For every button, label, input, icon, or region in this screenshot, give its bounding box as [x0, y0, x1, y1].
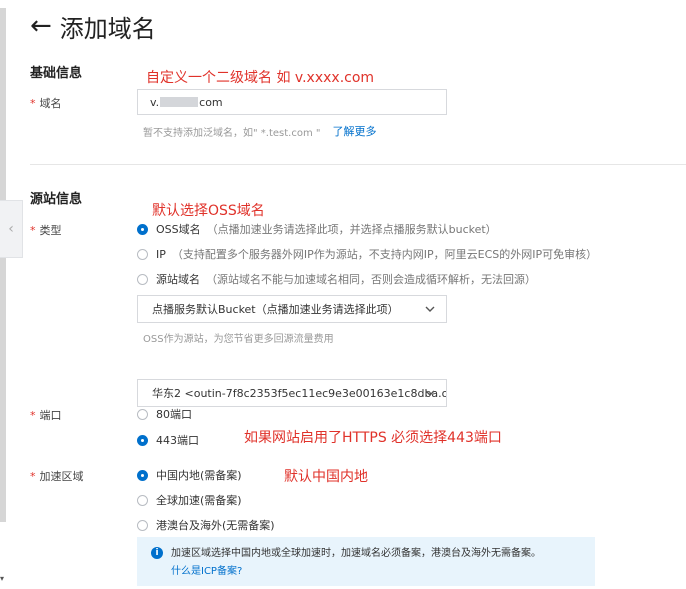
page-header: ← 添加域名: [30, 8, 156, 44]
icp-info-notice: i 加速区域选择中国内地或全球加速时，加速域名必须备案，港澳台及海外无需备案。 什…: [137, 537, 595, 586]
port-option-443[interactable]: 443端口: [137, 432, 199, 448]
domain-value-prefix: v.: [150, 95, 160, 109]
type-option-desc: （支持配置多个服务器外网IP作为源站，不支持内网IP，阿里云ECS的外网IP可免…: [171, 248, 598, 261]
page-scrollbar[interactable]: [0, 8, 6, 522]
domain-input[interactable]: v. com: [137, 89, 447, 115]
region-bucket-select[interactable]: 华东2 <outin-7f8c2353f5ec11ec9e3e00163e1c8…: [137, 379, 447, 407]
chevron-left-icon: ‹: [8, 221, 14, 237]
required-mark: *: [30, 470, 36, 483]
region-select-value: 华东2 <outin-7f8c2353f5ec11ec9e3e00163e1c8…: [152, 387, 447, 400]
domain-label: * 域名: [30, 97, 62, 110]
info-text: 加速区域选择中国内地或全球加速时，加速域名必须备案，港澳台及海外无需备案。: [171, 548, 541, 559]
type-option-ip[interactable]: IP （支持配置多个服务器外网IP作为源站，不支持内网IP，阿里云ECS的外网I…: [137, 246, 597, 262]
annotation-area: 默认中国内地: [284, 469, 368, 485]
radio-checked-icon[interactable]: [137, 223, 148, 235]
learn-more-link[interactable]: 了解更多: [332, 123, 376, 139]
redacted-mask: [160, 97, 199, 107]
oss-hint: OSS作为源站，为您节省更多回源流量费用: [143, 334, 334, 345]
area-label: * 加速区域: [30, 470, 84, 483]
type-option-origin-domain[interactable]: 源站域名 （源站域名不能与加速域名相同，否则会造成循环解析，无法回源）: [137, 271, 536, 287]
area-option-mainland[interactable]: 中国内地(需备案): [137, 467, 242, 483]
radio-unchecked-icon[interactable]: [137, 494, 148, 506]
port-option-80[interactable]: 80端口: [137, 406, 192, 422]
area-option-overseas[interactable]: 港澳台及海外(无需备案): [137, 517, 275, 533]
radio-unchecked-icon[interactable]: [137, 273, 148, 285]
type-option-label: OSS域名: [156, 223, 201, 236]
area-option-label: 港澳台及海外(无需备案): [156, 519, 275, 532]
info-row: i 加速区域选择中国内地或全球加速时，加速域名必须备案，港澳台及海外无需备案。: [151, 544, 583, 559]
info-icon: i: [151, 547, 163, 559]
required-mark: *: [30, 97, 36, 110]
back-arrow-icon[interactable]: ←: [30, 13, 52, 39]
chevron-down-icon: [425, 306, 435, 312]
type-option-oss[interactable]: OSS域名 （点播加速业务请选择此项，并选择点播服务默认bucket）: [137, 221, 497, 237]
port-option-label: 80端口: [156, 408, 192, 421]
type-option-label: IP: [156, 247, 166, 261]
annotation-port: 如果网站启用了HTTPS 必须选择443端口: [244, 430, 502, 446]
chevron-down-icon: [425, 390, 435, 396]
annotation-domain: 自定义一个二级域名 如 v.xxxx.com: [146, 70, 375, 86]
type-option-desc: （点播加速业务请选择此项，并选择点播服务默认bucket）: [206, 223, 497, 236]
area-option-label: 全球加速(需备案): [156, 494, 242, 507]
type-label: * 类型: [30, 224, 62, 237]
type-option-desc: （源站域名不能与加速域名相同，否则会造成循环解析，无法回源）: [206, 273, 536, 286]
page-title: 添加域名: [59, 14, 156, 43]
port-label: * 端口: [30, 409, 62, 422]
radio-unchecked-icon[interactable]: [137, 408, 148, 420]
domain-hint: 暂不支持添加泛域名，如" *.test.com ": [143, 127, 321, 139]
section-title-origin: 源站信息: [30, 192, 83, 207]
port-option-label: 443端口: [156, 434, 199, 447]
required-mark: *: [30, 409, 36, 422]
icp-link[interactable]: 什么是ICP备案?: [171, 566, 242, 577]
collapse-sidebar-handle[interactable]: ‹: [0, 200, 23, 258]
radio-checked-icon[interactable]: [137, 434, 148, 446]
section-divider: [30, 164, 686, 165]
scroll-down-icon[interactable]: ▾: [0, 574, 4, 583]
annotation-origin: 默认选择OSS域名: [152, 203, 265, 219]
type-option-label: 源站域名: [156, 273, 200, 286]
section-title-basic: 基础信息: [30, 66, 83, 81]
radio-unchecked-icon[interactable]: [137, 519, 148, 531]
radio-unchecked-icon[interactable]: [137, 248, 148, 260]
domain-hint-row: 暂不支持添加泛域名，如" *.test.com " 了解更多: [143, 123, 376, 139]
bucket-select[interactable]: 点播服务默认Bucket（点播加速业务请选择此项）: [137, 295, 447, 323]
required-mark: *: [30, 224, 36, 237]
area-option-label: 中国内地(需备案): [156, 469, 242, 482]
area-option-global[interactable]: 全球加速(需备案): [137, 492, 242, 508]
bucket-select-value: 点播服务默认Bucket（点播加速业务请选择此项）: [152, 303, 399, 316]
domain-value-suffix: com: [199, 95, 223, 109]
radio-checked-icon[interactable]: [137, 469, 148, 481]
